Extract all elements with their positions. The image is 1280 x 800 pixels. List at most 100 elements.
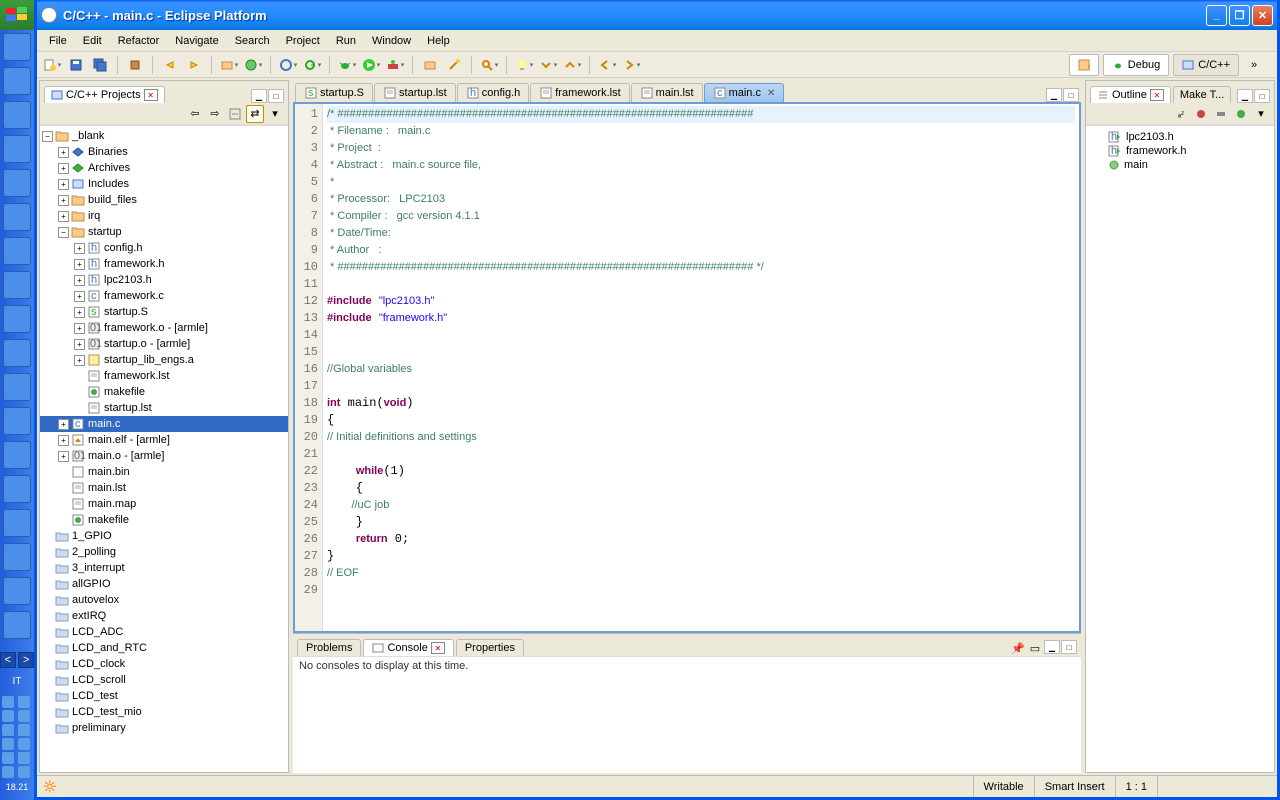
tree-toggle-icon[interactable]: + [58,163,69,174]
editor-tab[interactable]: startup.lst [374,83,456,102]
build-button[interactable] [124,54,146,76]
tray-icon[interactable] [18,724,30,736]
language-indicator[interactable]: IT [0,676,34,687]
code-content[interactable]: /* #####################################… [323,104,1079,631]
back-icon[interactable]: ⇦ [186,105,204,123]
tree-toggle-icon[interactable]: + [58,195,69,206]
editor-tab[interactable]: cmain.c✕ [704,83,785,102]
tree-toggle-icon[interactable]: + [74,291,85,302]
save-button[interactable] [65,54,87,76]
open-folder-button[interactable] [419,54,441,76]
wand-button[interactable] [443,54,465,76]
taskbar-app-icon[interactable] [3,203,31,231]
save-all-button[interactable] [89,54,111,76]
view-close-icon[interactable]: ✕ [431,642,445,654]
tree-item[interactable]: +startup_lib_engs.a [40,352,288,368]
tree-toggle-icon[interactable]: + [58,435,69,446]
titlebar[interactable]: C/C++ - main.c - Eclipse Platform _ ❐ ✕ [37,0,1277,30]
tree-item[interactable]: +01startup.o - [armle] [40,336,288,352]
taskbar-app-icon[interactable] [3,441,31,469]
undo-button[interactable] [159,54,181,76]
tree-toggle-icon[interactable]: + [58,419,69,430]
tree-item[interactable]: +Archives [40,160,288,176]
tree-item[interactable]: preliminary [40,720,288,736]
projects-tab[interactable]: C/C++ Projects ✕ [44,86,165,103]
sort-icon[interactable]: ₐᶻ [1172,105,1190,123]
forward-button[interactable] [620,54,642,76]
tree-item[interactable]: +main.elf - [armle] [40,432,288,448]
bottom-tab-properties[interactable]: Properties [456,639,524,656]
tray-icon[interactable] [18,766,30,778]
tree-item[interactable]: LCD_test_mio [40,704,288,720]
close-button[interactable]: ✕ [1252,5,1273,26]
search-button[interactable] [478,54,500,76]
tree-item[interactable]: +cframework.c [40,288,288,304]
start-button[interactable] [0,0,34,30]
tree-item[interactable]: −startup [40,224,288,240]
taskbar-app-icon[interactable] [3,577,31,605]
view-close-icon[interactable]: ✕ [1150,89,1164,101]
code-editor[interactable]: 1234567891011121314151617181920212223242… [293,102,1081,633]
tree-toggle-icon[interactable]: + [58,451,69,462]
bottom-tab-console[interactable]: Console ✕ [363,639,453,656]
tree-item[interactable]: +01framework.o - [armle] [40,320,288,336]
tree-toggle-icon[interactable]: + [58,211,69,222]
tree-toggle-icon[interactable]: + [58,179,69,190]
redo-button[interactable] [183,54,205,76]
tree-item[interactable]: autovelox [40,592,288,608]
tree-item[interactable]: +cmain.c [40,416,288,432]
taskbar-app-icon[interactable] [3,611,31,639]
prev-annotation-button[interactable] [561,54,583,76]
tree-item[interactable]: −_blank [40,128,288,144]
taskbar-app-icon[interactable] [3,475,31,503]
taskbar-app-icon[interactable] [3,407,31,435]
tree-item[interactable]: LCD_test [40,688,288,704]
tree-toggle-icon[interactable]: − [42,131,53,142]
menu-window[interactable]: Window [364,33,419,49]
menu-project[interactable]: Project [278,33,328,49]
tree-toggle-icon[interactable]: + [74,323,85,334]
tree-toggle-icon[interactable]: + [74,307,85,318]
editor-tab[interactable]: main.lst [631,83,703,102]
outline-tab[interactable]: Outline ✕ [1090,86,1171,103]
tree-item[interactable]: +hlpc2103.h [40,272,288,288]
external-tools-button[interactable] [384,54,406,76]
tree-item[interactable]: +Binaries [40,144,288,160]
tree-item[interactable]: main.map [40,496,288,512]
taskbar-app-icon[interactable] [3,33,31,61]
minimize-view-button[interactable]: ▁ [251,89,267,103]
tray-icon[interactable] [2,724,14,736]
minimize-bottom-button[interactable]: ▁ [1044,640,1060,654]
minimize-view-button[interactable]: ▁ [1237,89,1253,103]
back-button[interactable] [596,54,618,76]
tray-icon[interactable] [2,766,14,778]
tree-item[interactable]: extIRQ [40,608,288,624]
tray-icon[interactable] [2,738,14,750]
taskbar-app-icon[interactable] [3,543,31,571]
tree-item[interactable]: +irq [40,208,288,224]
tree-item[interactable]: makefile [40,512,288,528]
debug-perspective-button[interactable]: Debug [1103,54,1169,76]
tree-toggle-icon[interactable]: + [74,275,85,286]
next-annotation-button[interactable] [537,54,559,76]
taskbar-nav[interactable]: <> [0,652,34,668]
make-targets-tab[interactable]: Make T... [1173,86,1231,103]
tray-icon[interactable] [2,696,14,708]
outline-item[interactable]: main [1090,158,1270,172]
display-console-button[interactable]: ▭ [1027,640,1043,656]
new-class-button[interactable] [242,54,264,76]
tree-toggle-icon[interactable]: − [58,227,69,238]
tray-icon[interactable] [2,752,14,764]
tray-icon[interactable] [18,696,30,708]
menu-search[interactable]: Search [227,33,278,49]
tree-item[interactable]: main.lst [40,480,288,496]
maximize-bottom-button[interactable]: □ [1061,640,1077,654]
hide-static-icon[interactable] [1212,105,1230,123]
bulb-button[interactable] [513,54,535,76]
open-perspective-button[interactable]: + [1069,54,1099,76]
maximize-view-button[interactable]: □ [1254,89,1270,103]
open-type-button[interactable] [218,54,240,76]
tree-item[interactable]: startup.lst [40,400,288,416]
menu-run[interactable]: Run [328,33,364,49]
clock[interactable]: 18.21 [2,782,32,792]
